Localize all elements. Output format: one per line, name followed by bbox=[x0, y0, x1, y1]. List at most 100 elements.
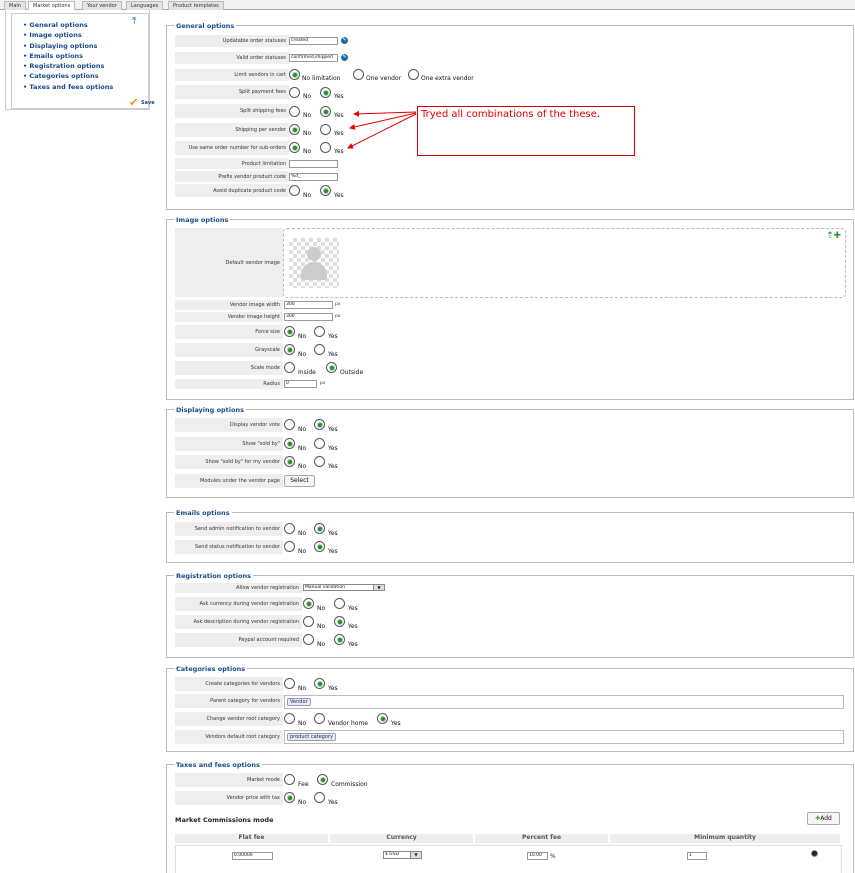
same-order-yes-radio[interactable] bbox=[320, 142, 331, 153]
vote-no-radio[interactable] bbox=[284, 419, 295, 430]
tab-your-vendor[interactable]: Your vendor bbox=[82, 1, 122, 10]
modules-label: Modules under the vendor page bbox=[175, 474, 283, 489]
modules-select-button[interactable]: Select bbox=[284, 475, 315, 487]
valid-statuses-field[interactable]: confirmed,shipped bbox=[289, 54, 338, 62]
market-mode-commission-radio[interactable] bbox=[317, 774, 328, 785]
save-button[interactable]: Save bbox=[141, 100, 155, 106]
tab-main[interactable]: Main bbox=[4, 1, 26, 10]
sidebar-item-displaying[interactable]: Displaying options bbox=[23, 41, 148, 51]
force-yes-radio[interactable] bbox=[314, 326, 325, 337]
grayscale-no-radio[interactable] bbox=[284, 344, 295, 355]
currency-select[interactable]: $ USD ▼ bbox=[383, 851, 422, 859]
market-mode-fee-radio[interactable] bbox=[284, 774, 295, 785]
default-root-field[interactable] bbox=[284, 730, 844, 744]
create-categories-no-radio[interactable] bbox=[284, 678, 295, 689]
root-vendor-home-radio[interactable] bbox=[314, 713, 325, 724]
image-height-field[interactable]: 300 bbox=[284, 313, 333, 321]
parent-category-field[interactable] bbox=[284, 695, 844, 709]
flat-fee-field[interactable]: 0.00000 bbox=[232, 852, 273, 860]
avoid-dup-no-radio[interactable] bbox=[289, 185, 300, 196]
tab-product-templates[interactable]: Product templates bbox=[168, 1, 224, 10]
paypal-no-radio[interactable] bbox=[303, 634, 314, 645]
px-unit: px bbox=[335, 302, 341, 307]
parent-category-tag[interactable]: Vendor bbox=[287, 698, 311, 706]
admin-notification-yes-radio[interactable] bbox=[314, 523, 325, 534]
shipping-per-vendor-yes-radio[interactable] bbox=[320, 124, 331, 135]
percent-fee-field[interactable]: 10.00 bbox=[527, 852, 548, 860]
col-percent-fee: Percent fee bbox=[475, 834, 608, 843]
root-yes-radio[interactable] bbox=[377, 713, 388, 724]
no-label: No bbox=[317, 641, 326, 648]
price-tax-label: Vendor price with tax bbox=[175, 791, 283, 806]
image-dropzone[interactable] bbox=[283, 228, 846, 298]
sidebar-item-emails[interactable]: Emails options bbox=[23, 51, 148, 61]
sidebar-item-categories[interactable]: Categories options bbox=[23, 71, 148, 81]
ask-currency-no-radio[interactable] bbox=[303, 598, 314, 609]
root-no-radio[interactable] bbox=[284, 713, 295, 724]
same-order-no-radio[interactable] bbox=[289, 142, 300, 153]
sold-by-vendor-no-radio[interactable] bbox=[284, 456, 295, 467]
scale-outside-radio[interactable] bbox=[326, 362, 337, 373]
sidebar-item-taxes[interactable]: Taxes and fees options bbox=[23, 82, 148, 92]
table-row bbox=[175, 845, 842, 873]
admin-notification-no-radio[interactable] bbox=[284, 523, 295, 534]
add-image-icon[interactable]: ⇡✚ bbox=[826, 231, 841, 241]
avoid-dup-yes-radio[interactable] bbox=[320, 185, 331, 196]
parent-category-label: Parent category for vendors bbox=[175, 694, 283, 709]
ask-description-no-radio[interactable] bbox=[303, 616, 314, 627]
allow-registration-select[interactable]: Manual validation ▼ bbox=[303, 584, 385, 591]
yes-label: Yes bbox=[328, 530, 338, 537]
scroll-top-icon[interactable]: ⤒ bbox=[132, 17, 136, 27]
edit-pencil-icon[interactable]: ✎ bbox=[341, 37, 348, 44]
scale-inside-radio[interactable] bbox=[284, 362, 295, 373]
price-tax-yes-radio[interactable] bbox=[314, 792, 325, 803]
ask-description-yes-radio[interactable] bbox=[334, 616, 345, 627]
yes-label: Yes bbox=[328, 351, 338, 358]
yes-label: Yes bbox=[334, 93, 344, 100]
grayscale-yes-radio[interactable] bbox=[314, 344, 325, 355]
min-quantity-field[interactable]: 1 bbox=[687, 852, 707, 860]
sidebar-item-image[interactable]: Image options bbox=[23, 30, 148, 40]
radius-field[interactable]: 0 bbox=[284, 380, 317, 388]
sold-by-label: Show "sold by" bbox=[175, 437, 283, 452]
no-label: No bbox=[303, 148, 312, 155]
price-tax-no-radio[interactable] bbox=[284, 792, 295, 803]
updatable-statuses-field[interactable]: created bbox=[289, 37, 338, 45]
tab-languages[interactable]: Languages bbox=[126, 1, 164, 10]
sidebar-item-registration[interactable]: Registration options bbox=[23, 61, 148, 71]
checkmark-icon[interactable]: ✔ bbox=[129, 97, 138, 108]
force-no-radio[interactable] bbox=[284, 326, 295, 337]
status-notification-no-radio[interactable] bbox=[284, 541, 295, 552]
sold-by-vendor-yes-radio[interactable] bbox=[314, 456, 325, 467]
delete-icon[interactable] bbox=[811, 850, 818, 857]
vote-yes-radio[interactable] bbox=[314, 419, 325, 430]
limit-label: Limit vendors in cart bbox=[175, 69, 289, 82]
prefix-field[interactable]: %d_ bbox=[289, 173, 338, 181]
limit-one-vendor-radio[interactable] bbox=[353, 69, 364, 80]
shipping-per-vendor-no-radio[interactable] bbox=[289, 124, 300, 135]
split-shipping-yes-radio[interactable] bbox=[320, 106, 331, 117]
default-root-tag[interactable]: product category bbox=[287, 733, 336, 741]
add-commission-button[interactable]: ✚Add bbox=[807, 812, 840, 825]
ask-currency-yes-radio[interactable] bbox=[334, 598, 345, 609]
create-categories-yes-radio[interactable] bbox=[314, 678, 325, 689]
sidebar-item-general[interactable]: General options bbox=[23, 20, 148, 30]
split-payment-yes-radio[interactable] bbox=[320, 87, 331, 98]
split-payment-no-radio[interactable] bbox=[289, 87, 300, 98]
split-shipping-no-radio[interactable] bbox=[289, 106, 300, 117]
no-label: No bbox=[298, 685, 307, 692]
image-width-field[interactable]: 300 bbox=[284, 301, 333, 309]
limit-no-limitation-radio[interactable] bbox=[289, 69, 300, 80]
annotation-note: Tryed all combinations of the these. bbox=[417, 106, 635, 156]
product-limitation-field[interactable] bbox=[289, 160, 338, 168]
grayscale-label: Grayscale bbox=[175, 343, 283, 358]
limit-one-extra-radio[interactable] bbox=[408, 69, 419, 80]
paypal-yes-radio[interactable] bbox=[334, 634, 345, 645]
status-notification-yes-radio[interactable] bbox=[314, 541, 325, 552]
sold-by-yes-radio[interactable] bbox=[314, 438, 325, 449]
yes-label: Yes bbox=[328, 548, 338, 555]
edit-pencil-icon[interactable]: ✎ bbox=[341, 54, 348, 61]
split-payment-label: Split payment fees bbox=[175, 85, 289, 100]
yes-label: Yes bbox=[348, 623, 358, 630]
sold-by-no-radio[interactable] bbox=[284, 438, 295, 449]
